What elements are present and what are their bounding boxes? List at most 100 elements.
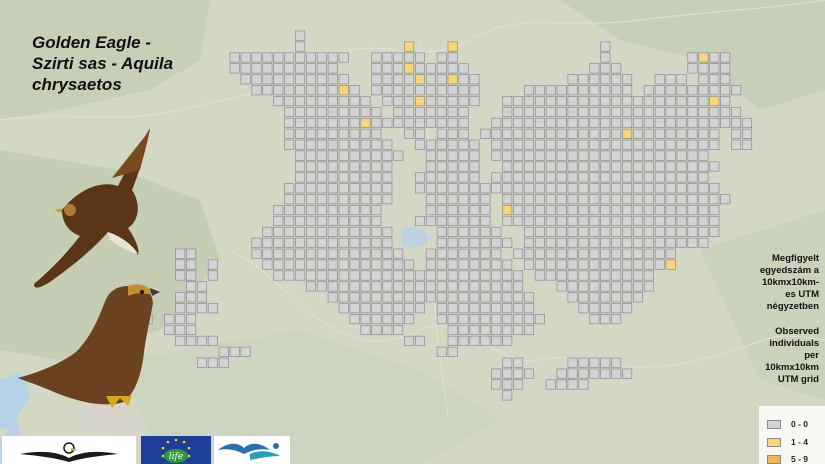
grid-cell-empty bbox=[676, 117, 687, 128]
grid-cell-empty bbox=[578, 106, 589, 118]
grid-cell-empty bbox=[295, 41, 306, 52]
grid-cell-empty bbox=[491, 303, 502, 314]
grid-cell-empty bbox=[305, 117, 317, 128]
grid-cell-empty bbox=[698, 106, 709, 118]
grid-cell-empty bbox=[425, 139, 436, 150]
grid-cell-empty bbox=[404, 303, 415, 314]
grid-cell-empty bbox=[360, 194, 371, 205]
grid-cell-empty bbox=[709, 106, 720, 118]
grid-cell-empty bbox=[567, 128, 578, 139]
grid-cell-empty bbox=[654, 172, 665, 183]
grid-cell-empty bbox=[502, 237, 513, 248]
grid-cell-empty bbox=[709, 215, 720, 227]
grid-cell-empty bbox=[654, 205, 665, 216]
grid-cell-empty bbox=[404, 259, 415, 270]
grid-cell-empty bbox=[273, 52, 284, 63]
grid-cell-empty bbox=[687, 150, 698, 161]
grid-cell-empty bbox=[622, 303, 633, 314]
grid-cell-empty bbox=[687, 85, 698, 96]
grid-cell-empty bbox=[338, 292, 349, 303]
legend-label: 5 - 9 bbox=[791, 454, 809, 464]
grid-cell-empty bbox=[436, 183, 447, 194]
grid-cell-empty bbox=[305, 183, 317, 194]
grid-cell-empty bbox=[327, 172, 338, 183]
grid-cell-empty bbox=[632, 128, 644, 139]
grid-cell-empty bbox=[622, 281, 633, 292]
grid-cell-empty bbox=[469, 205, 480, 216]
grid-cell-empty bbox=[513, 96, 524, 107]
grid-cell-empty bbox=[175, 248, 186, 259]
grid-cell-empty bbox=[305, 128, 317, 139]
grid-cell-empty bbox=[382, 314, 393, 325]
grid-cell-empty bbox=[589, 259, 600, 270]
grid-cell-empty bbox=[393, 117, 404, 128]
grid-cell-empty bbox=[632, 205, 644, 216]
grid-cell-observed bbox=[414, 74, 426, 85]
grid-cell-empty bbox=[327, 161, 338, 172]
grid-cell-empty bbox=[436, 85, 447, 96]
grid-cell-empty bbox=[643, 150, 654, 161]
grid-cell-empty bbox=[534, 314, 545, 325]
grid-cell-empty bbox=[284, 52, 295, 63]
grid-cell-empty bbox=[589, 117, 600, 128]
grid-cell-empty bbox=[175, 259, 186, 270]
grid-cell-empty bbox=[295, 52, 306, 63]
grid-cell-empty bbox=[556, 106, 567, 118]
grid-cell-empty bbox=[676, 215, 687, 227]
grid-cell-empty bbox=[447, 237, 458, 248]
grid-cell-empty bbox=[327, 85, 338, 96]
grid-cell-empty bbox=[414, 335, 426, 346]
grid-cell-empty bbox=[436, 96, 447, 107]
legend-en-line: UTM grid bbox=[777, 374, 819, 385]
grid-cell-empty bbox=[709, 85, 720, 96]
grid-cell-empty bbox=[207, 259, 218, 270]
grid-cell-empty bbox=[469, 85, 480, 96]
grid-cell-empty bbox=[709, 226, 720, 237]
grid-cell-empty bbox=[371, 117, 382, 128]
grid-cell-empty bbox=[284, 128, 295, 139]
grid-cell-empty bbox=[425, 74, 436, 85]
grid-cell-empty bbox=[349, 128, 360, 139]
grid-cell-empty bbox=[327, 237, 338, 248]
grid-cell-empty bbox=[611, 303, 622, 314]
grid-cell-empty bbox=[305, 259, 317, 270]
grid-cell-empty bbox=[327, 248, 338, 259]
grid-cell-empty bbox=[295, 106, 306, 118]
grid-cell-empty bbox=[578, 139, 589, 150]
grid-cell-empty bbox=[545, 96, 556, 107]
grid-cell-empty bbox=[414, 117, 426, 128]
grid-cell-empty bbox=[316, 117, 327, 128]
grid-cell-empty bbox=[600, 85, 611, 96]
grid-cell-empty bbox=[338, 281, 349, 292]
grid-cell-empty bbox=[513, 194, 524, 205]
grid-cell-empty bbox=[207, 270, 218, 281]
grid-cell-empty bbox=[600, 41, 611, 52]
grid-cell-empty bbox=[643, 248, 654, 259]
grid-cell-empty bbox=[545, 128, 556, 139]
grid-cell-empty bbox=[404, 335, 415, 346]
grid-cell-empty bbox=[643, 139, 654, 150]
grid-cell-empty bbox=[480, 324, 491, 336]
grid-cell-empty bbox=[327, 117, 338, 128]
grid-cell-empty bbox=[534, 139, 545, 150]
grid-cell-empty bbox=[741, 117, 753, 128]
grid-cell-empty bbox=[567, 172, 578, 183]
grid-cell-empty bbox=[251, 63, 262, 74]
grid-cell-empty bbox=[589, 74, 600, 85]
grid-cell-empty bbox=[698, 117, 709, 128]
grid-cell-empty bbox=[502, 150, 513, 161]
grid-cell-empty bbox=[556, 139, 567, 150]
legend-hu-line: egyedszám a bbox=[759, 265, 819, 276]
legend-swatch bbox=[767, 454, 781, 464]
bird-organization-logo-icon bbox=[218, 443, 280, 460]
grid-cell-empty bbox=[414, 63, 426, 74]
grid-cell-empty bbox=[709, 161, 720, 172]
grid-cell-observed bbox=[414, 96, 426, 107]
grid-cell-empty bbox=[382, 303, 393, 314]
grid-cell-empty bbox=[447, 85, 458, 96]
grid-cell-empty bbox=[676, 85, 687, 96]
grid-cell-empty bbox=[349, 172, 360, 183]
grid-cell-empty bbox=[382, 270, 393, 281]
grid-cell-empty bbox=[360, 259, 371, 270]
grid-cell-empty bbox=[316, 215, 327, 227]
